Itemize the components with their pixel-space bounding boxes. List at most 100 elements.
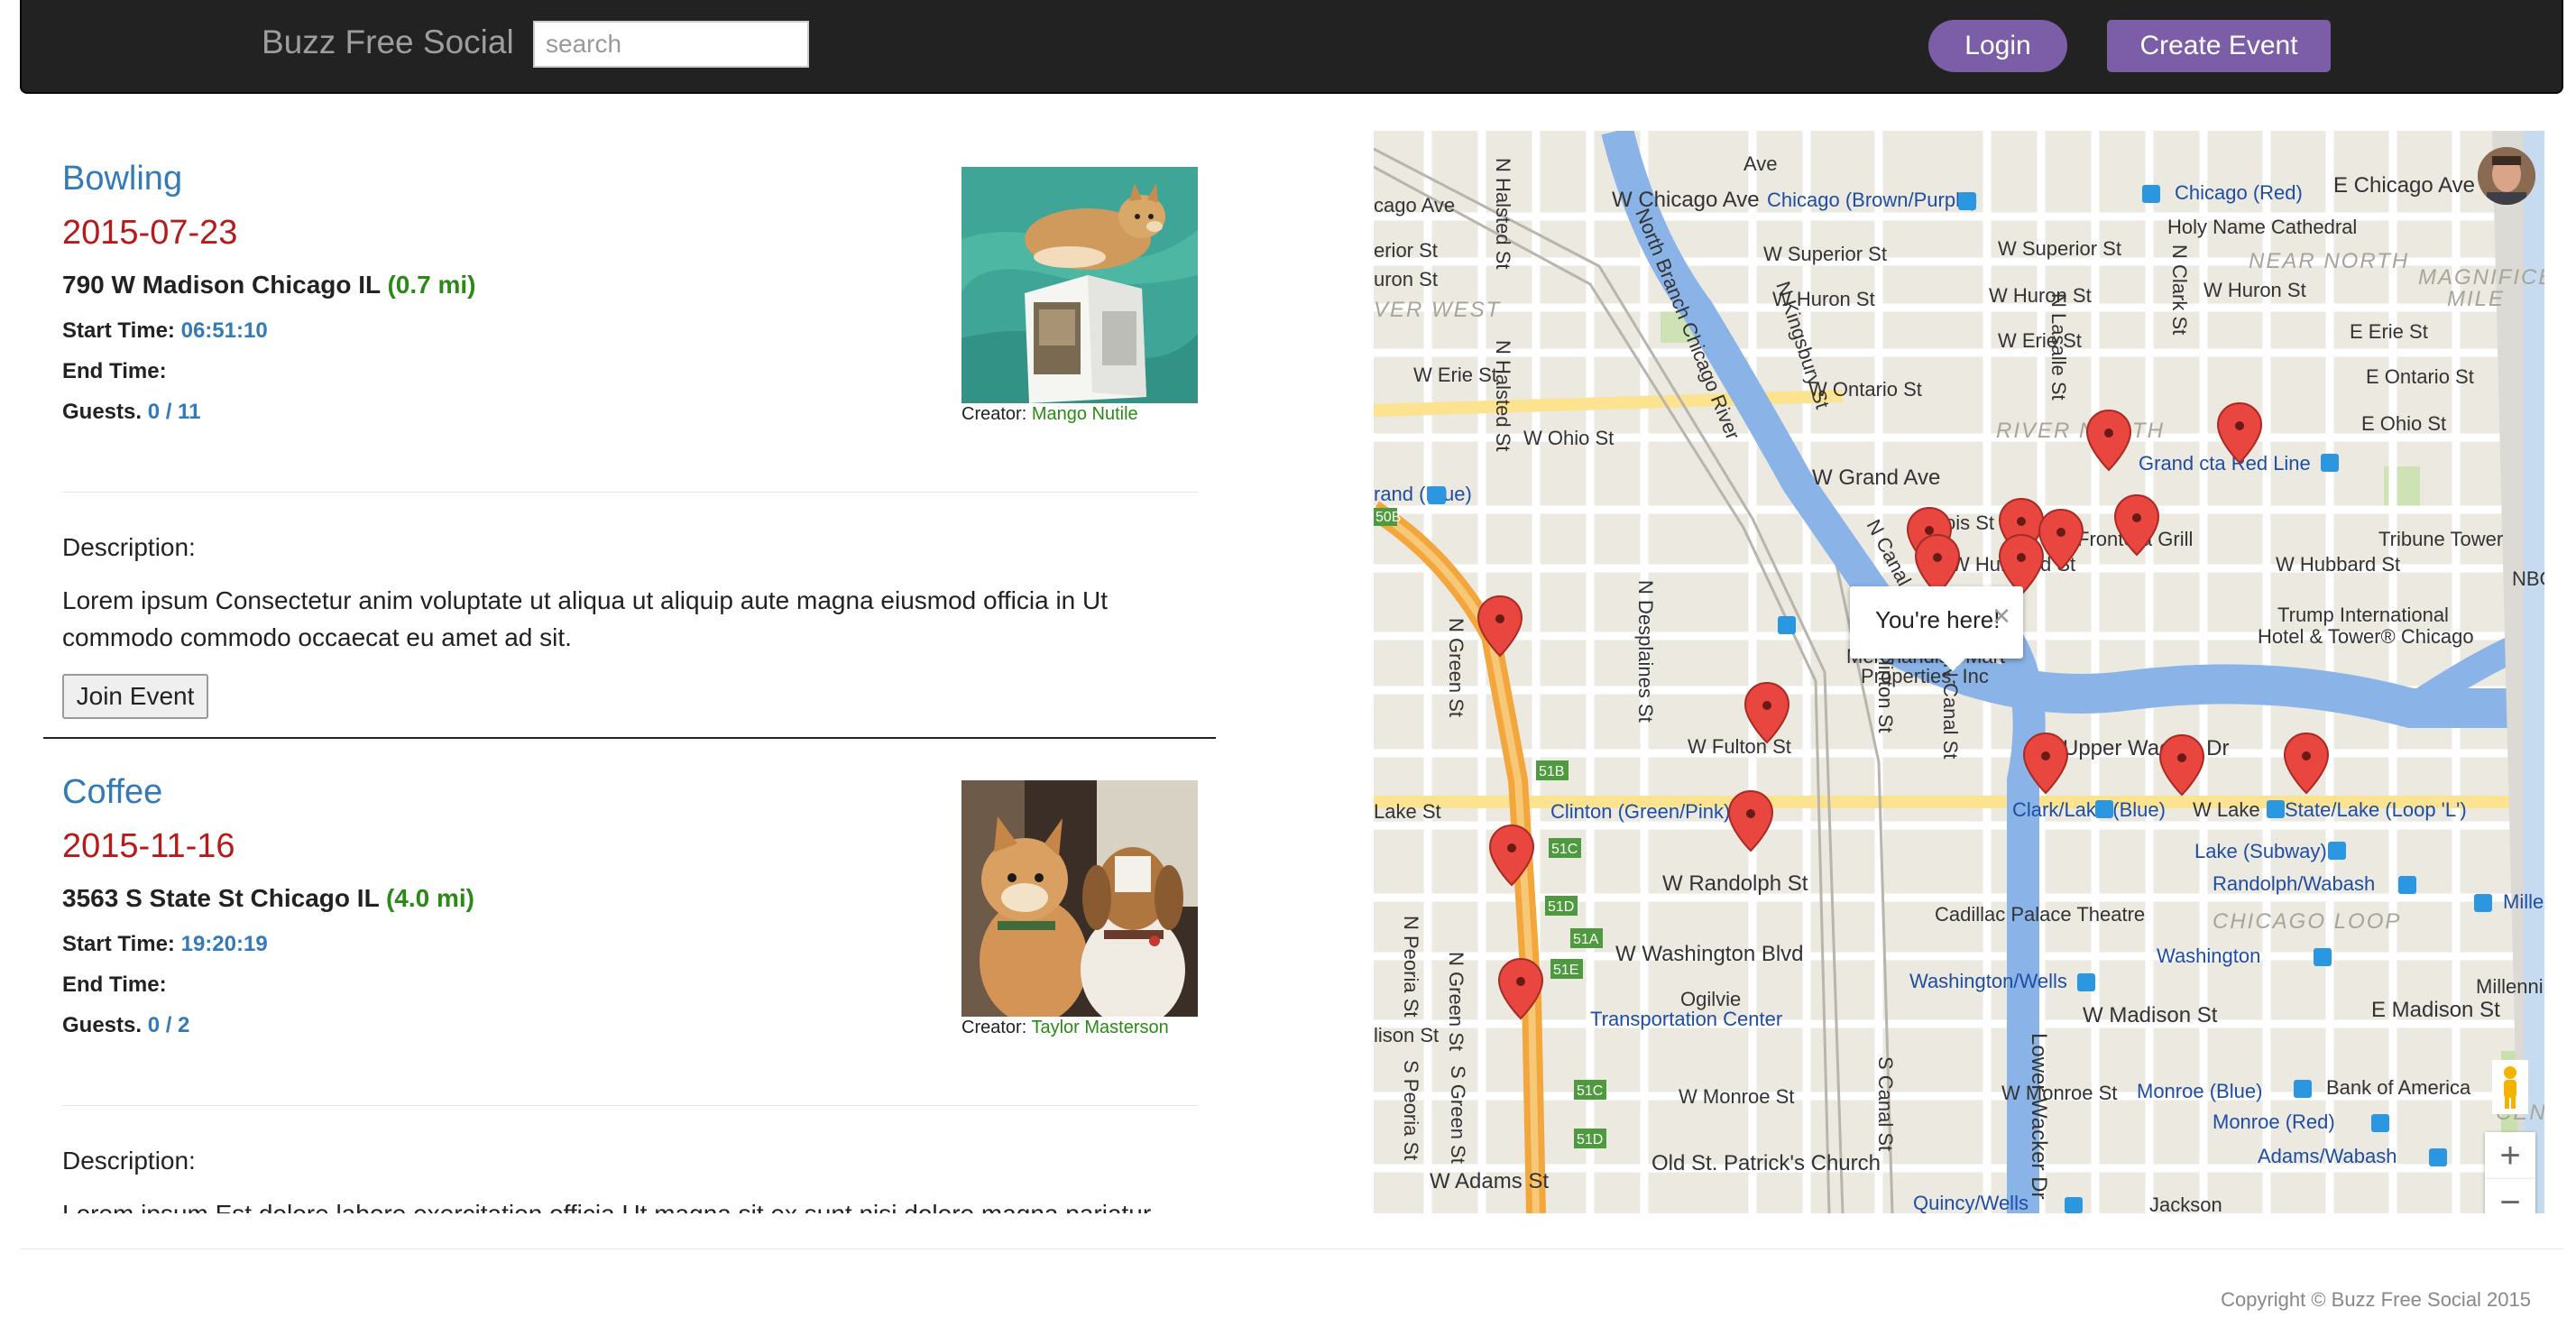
metro-icon bbox=[2267, 800, 2285, 818]
event-description: Lorem ipsum Est dolore labore exercitati… bbox=[62, 1195, 1199, 1213]
metro-icon bbox=[1958, 192, 1976, 210]
place-label: Bank of America bbox=[2326, 1076, 2471, 1099]
street-label: lison St bbox=[1374, 1024, 1439, 1046]
event-photo bbox=[961, 167, 1198, 403]
transit-label: Monroe (Red) bbox=[2213, 1110, 2335, 1133]
event-start-time: Start Time: 19:20:19 bbox=[62, 932, 268, 957]
search-input[interactable] bbox=[533, 21, 809, 68]
event-separator bbox=[43, 737, 1216, 739]
pegman-icon[interactable] bbox=[2492, 1060, 2528, 1114]
exit-shield: 51D bbox=[1548, 899, 1574, 915]
guests-value[interactable]: 0 / 2 bbox=[148, 1013, 190, 1037]
creator-name[interactable]: Mango Nutile bbox=[1032, 404, 1138, 424]
join-event-button[interactable]: Join Event bbox=[62, 674, 208, 719]
street-label: E Chicago Ave bbox=[2333, 173, 2475, 198]
exit-shield: 51D bbox=[1577, 1132, 1603, 1147]
street-label: N Desplaines St bbox=[1634, 580, 1657, 723]
street-label: S Canal St bbox=[1874, 1056, 1897, 1151]
event-title[interactable]: Bowling bbox=[62, 160, 182, 198]
description-heading: Description: bbox=[62, 1147, 196, 1175]
transit-label: Lake (Subway) bbox=[2194, 840, 2327, 862]
exit-shield: 51C bbox=[1551, 842, 1578, 857]
place-label: Hotel & Tower® Chicago bbox=[2258, 625, 2474, 648]
exit-shield: 51E bbox=[1553, 963, 1578, 978]
creator-name[interactable]: Taylor Masterson bbox=[1031, 1018, 1168, 1037]
event-map[interactable]: 50B 51B 51C 51D 51A 51E 51C 51D Ave cago… bbox=[1374, 131, 2544, 1213]
event-end-time: End Time: bbox=[62, 972, 167, 998]
event-end-time: End Time: bbox=[62, 359, 167, 384]
you-are-here-popup: You're here! × bbox=[1850, 586, 2023, 671]
street-label: NBC bbox=[2512, 567, 2544, 590]
street-label: N Canal St bbox=[1939, 663, 1962, 759]
event-date: 2015-11-16 bbox=[62, 827, 235, 865]
street-label: Lake St bbox=[1374, 800, 1441, 823]
district-label: MAGNIFICE bbox=[2418, 265, 2544, 290]
metro-icon bbox=[2371, 1114, 2389, 1132]
street-label: W Chicago Ave bbox=[1612, 188, 1760, 212]
guests-value[interactable]: 0 / 11 bbox=[148, 400, 201, 424]
district-label: MILE bbox=[2447, 287, 2505, 311]
event-distance: (0.7 mi) bbox=[387, 271, 476, 299]
event-distance: (4.0 mi) bbox=[385, 884, 474, 912]
transit-label: Quincy/Wells bbox=[1913, 1192, 2029, 1213]
transit-label: State/Lake (Loop 'L') bbox=[2285, 798, 2467, 821]
metro-icon bbox=[2474, 894, 2492, 912]
event-card: Coffee 2015-11-16 3563 S State St Chicag… bbox=[43, 744, 1216, 1213]
street-label: N Lasalle St bbox=[2047, 293, 2070, 401]
street-label: N Green St bbox=[1445, 618, 1467, 717]
metro-icon bbox=[2328, 842, 2346, 860]
place-label: Trump International bbox=[2277, 604, 2449, 626]
event-start-time: Start Time: 06:51:10 bbox=[62, 318, 268, 344]
guests-label: Guests. bbox=[62, 400, 143, 424]
navbar: Buzz Free Social Login Create Event bbox=[20, 0, 2563, 94]
place-label: Holy Name Cathedral bbox=[2167, 216, 2357, 238]
street-label: Jackson bbox=[2149, 1193, 2222, 1213]
start-time-label: Start Time: bbox=[62, 932, 175, 956]
exit-shield: 51A bbox=[1573, 932, 1599, 947]
end-time-label: End Time: bbox=[62, 972, 167, 997]
metro-icon bbox=[1428, 486, 1446, 504]
street-label: W Superior St bbox=[1998, 237, 2121, 260]
create-event-button[interactable]: Create Event bbox=[2107, 20, 2331, 72]
zoom-out-button[interactable]: − bbox=[2485, 1179, 2535, 1213]
login-button[interactable]: Login bbox=[1928, 20, 2067, 72]
brand-title[interactable]: Buzz Free Social bbox=[262, 23, 514, 61]
street-label: Ave bbox=[1743, 152, 1778, 175]
transit-label: Chicago (Brown/Purple) bbox=[1767, 189, 1978, 211]
street-label: W Monroe St bbox=[2001, 1082, 2117, 1104]
street-label: W Hubbard St bbox=[2276, 553, 2400, 576]
close-icon[interactable]: × bbox=[1992, 599, 2010, 634]
transit-label: Washington/Wells bbox=[1909, 970, 2067, 992]
event-card: Bowling 2015-07-23 790 W Madison Chicago… bbox=[43, 131, 1216, 744]
start-time-value: 06:51:10 bbox=[180, 318, 268, 343]
map-canvas[interactable]: 50B 51B 51C 51D 51A 51E 51C 51D Ave cago… bbox=[1374, 131, 2544, 1213]
street-label: E Ontario St bbox=[2366, 365, 2474, 388]
street-label: S Peoria St bbox=[1400, 1060, 1422, 1160]
metro-icon bbox=[2398, 876, 2416, 894]
transit-label: Washington bbox=[2157, 945, 2260, 967]
street-label: N Clark St bbox=[2168, 244, 2191, 335]
popup-tail bbox=[1940, 659, 1965, 671]
metro-icon bbox=[1778, 616, 1796, 634]
place-label: Cadillac Palace Theatre bbox=[1935, 903, 2145, 926]
event-list: Bowling 2015-07-23 790 W Madison Chicago… bbox=[43, 131, 1216, 1213]
metro-icon bbox=[2065, 1197, 2083, 1213]
place-label: Old St. Patrick's Church bbox=[1651, 1151, 1881, 1175]
street-label: E Ohio St bbox=[2361, 412, 2446, 435]
street-label: W Washington Blvd bbox=[1615, 942, 1804, 966]
district-label: NEAR NORTH bbox=[2249, 249, 2409, 273]
event-address: 3563 S State St Chicago IL (4.0 mi) bbox=[62, 884, 474, 913]
exit-shield: 51B bbox=[1539, 764, 1564, 779]
street-label: W Grand Ave bbox=[1812, 465, 1940, 490]
event-address: 790 W Madison Chicago IL (0.7 mi) bbox=[62, 271, 475, 299]
metro-icon bbox=[2314, 948, 2332, 966]
exit-shield: 50B bbox=[1375, 510, 1401, 525]
event-title[interactable]: Coffee bbox=[62, 773, 162, 812]
street-label: erior St bbox=[1374, 239, 1438, 262]
avatar[interactable] bbox=[2478, 147, 2535, 205]
exit-shield: 51C bbox=[1577, 1083, 1603, 1099]
metro-icon bbox=[2095, 800, 2113, 818]
zoom-in-button[interactable]: + bbox=[2485, 1132, 2535, 1179]
street-label: W Adams St bbox=[1430, 1169, 1549, 1193]
street-label: N Peoria St bbox=[1400, 916, 1422, 1018]
